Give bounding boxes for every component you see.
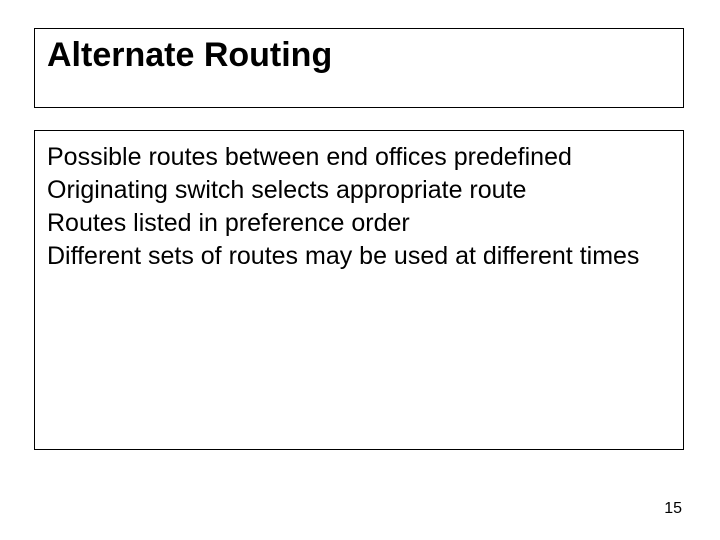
bullet-item: Different sets of routes may be used at … — [47, 240, 671, 273]
bullet-item: Originating switch selects appropriate r… — [47, 174, 671, 207]
slide-title: Alternate Routing — [47, 37, 671, 74]
bullet-item: Possible routes between end offices pred… — [47, 141, 671, 174]
bullet-item: Routes listed in preference order — [47, 207, 671, 240]
body-box: Possible routes between end offices pred… — [34, 130, 684, 450]
title-box: Alternate Routing — [34, 28, 684, 108]
page-number: 15 — [664, 500, 682, 518]
slide: Alternate Routing Possible routes betwee… — [0, 0, 720, 540]
